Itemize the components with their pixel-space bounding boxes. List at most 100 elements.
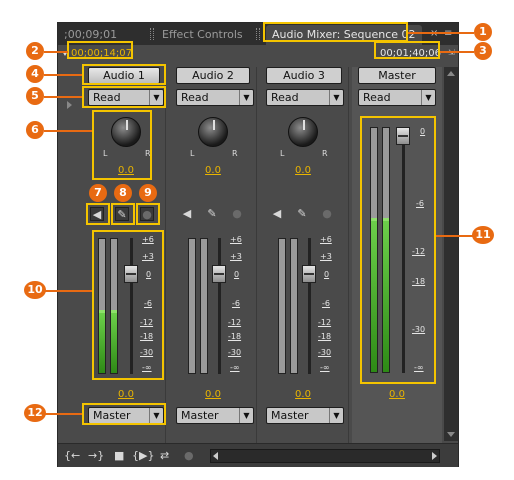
panel-menu-icon[interactable]: ≡ <box>444 29 454 39</box>
stop-icon[interactable]: ■ <box>114 449 124 463</box>
scale-tick: +3 <box>320 252 332 261</box>
scale-tick: -30 <box>228 348 242 357</box>
scale-tick: -∞ <box>320 363 330 372</box>
channel-name-audio2[interactable]: Audio 2 <box>176 67 250 84</box>
callout-line <box>44 74 82 76</box>
horizontal-scrollbar[interactable] <box>210 449 440 463</box>
microphone-icon[interactable]: ● <box>230 207 244 221</box>
callout-4: 4 <box>26 65 44 83</box>
scale-tick: -12 <box>318 318 332 327</box>
master-volume-value[interactable]: 0.0 <box>382 389 412 400</box>
volume-value[interactable]: 0.0 <box>198 389 228 400</box>
record-icon[interactable]: ● <box>184 449 194 463</box>
highlight-solo <box>111 203 135 225</box>
callout-5: 5 <box>26 87 44 105</box>
callout-7: 7 <box>89 184 107 202</box>
headphone-icon[interactable]: ✎ <box>295 207 309 221</box>
scale-tick: -12 <box>228 318 242 327</box>
chevron-down-icon: ▼ <box>239 90 253 105</box>
output-label: Master <box>181 409 219 422</box>
pan-value[interactable]: 0.0 <box>198 165 228 176</box>
tab-grip[interactable] <box>256 28 260 40</box>
chevron-down-icon: ▼ <box>239 408 253 423</box>
scale-tick: -30 <box>318 348 332 357</box>
scale-tick: 0 <box>324 270 330 279</box>
scroll-up-icon[interactable] <box>447 71 455 76</box>
callout-line <box>408 32 474 34</box>
scroll-down-icon[interactable] <box>447 432 455 437</box>
scale-tick: -6 <box>322 299 330 308</box>
volume-fader[interactable] <box>302 265 316 283</box>
close-icon[interactable]: × <box>430 29 440 39</box>
channel-name-master[interactable]: Master <box>358 67 436 84</box>
callout-3: 3 <box>474 42 492 60</box>
pan-right-label: R <box>232 149 238 158</box>
divider <box>165 67 166 443</box>
volume-value[interactable]: 0.0 <box>288 389 318 400</box>
meter-left <box>188 238 196 374</box>
loop-icon[interactable]: ⇄ <box>160 449 169 463</box>
go-to-in-icon[interactable]: {← <box>64 449 80 463</box>
divider <box>256 67 257 443</box>
tab-effect-controls[interactable]: Effect Controls <box>156 25 249 45</box>
callout-line <box>440 51 474 53</box>
highlight-pan-knob <box>92 110 152 180</box>
volume-fader[interactable] <box>212 265 226 283</box>
pan-knob[interactable] <box>288 117 318 147</box>
scroll-left-icon[interactable] <box>213 452 218 460</box>
chevron-down-icon: ▼ <box>421 90 435 105</box>
pan-knob[interactable] <box>198 117 228 147</box>
callout-6: 6 <box>26 121 44 139</box>
transport-bar: {← →} ■ {▶} ⇄ ● <box>58 443 458 467</box>
divider <box>348 67 349 443</box>
meter-right <box>290 238 298 374</box>
meter-right <box>200 238 208 374</box>
highlight-automation-mode <box>82 86 166 108</box>
automation-mode-select[interactable]: Read ▼ <box>358 89 436 106</box>
pan-right-label: R <box>322 149 328 158</box>
speaker-icon[interactable]: ◀ <box>180 207 194 221</box>
mode-label: Read <box>271 91 299 104</box>
vertical-scrollbar[interactable] <box>444 67 458 441</box>
highlight-track-fader <box>92 230 164 380</box>
highlight-master-fader <box>360 116 436 384</box>
callout-12: 12 <box>24 404 46 422</box>
callout-8: 8 <box>114 184 132 202</box>
play-in-to-out-icon[interactable]: {▶} <box>132 449 154 463</box>
callout-line <box>436 235 474 237</box>
speaker-icon[interactable]: ◀ <box>270 207 284 221</box>
scale-tick: -6 <box>232 299 240 308</box>
go-to-out-icon[interactable]: →} <box>88 449 104 463</box>
chevron-down-icon: ▼ <box>329 408 343 423</box>
scale-tick: +3 <box>230 252 242 261</box>
chevron-down-icon: ▼ <box>329 90 343 105</box>
expand-arrow-icon[interactable] <box>67 101 72 109</box>
callout-9: 9 <box>139 184 157 202</box>
callout-line <box>44 130 92 132</box>
callout-line <box>44 290 92 292</box>
meter-left <box>278 238 286 374</box>
scale-tick: -∞ <box>230 363 240 372</box>
output-select[interactable]: Master ▼ <box>176 407 254 424</box>
callout-10: 10 <box>24 281 46 299</box>
output-select[interactable]: Master ▼ <box>266 407 344 424</box>
volume-value[interactable]: 0.0 <box>111 389 141 400</box>
fader-track <box>308 238 311 374</box>
automation-mode-select[interactable]: Read ▼ <box>176 89 254 106</box>
automation-mode-select[interactable]: Read ▼ <box>266 89 344 106</box>
channel-name-audio3[interactable]: Audio 3 <box>266 67 342 84</box>
pan-value[interactable]: 0.0 <box>288 165 318 176</box>
scale-tick: -18 <box>318 332 332 341</box>
mode-label: Read <box>181 91 209 104</box>
microphone-icon[interactable]: ● <box>320 207 334 221</box>
scale-tick: +6 <box>230 235 242 244</box>
tab-grip[interactable] <box>150 28 154 40</box>
scale-tick: 0 <box>234 270 240 279</box>
highlight-duration-timecode <box>374 41 440 59</box>
headphone-icon[interactable]: ✎ <box>205 207 219 221</box>
highlight-channel-name <box>82 64 166 85</box>
output-label: Master <box>271 409 309 422</box>
highlight-record <box>136 203 160 225</box>
scroll-right-icon[interactable] <box>432 452 437 460</box>
callout-line <box>44 96 82 98</box>
